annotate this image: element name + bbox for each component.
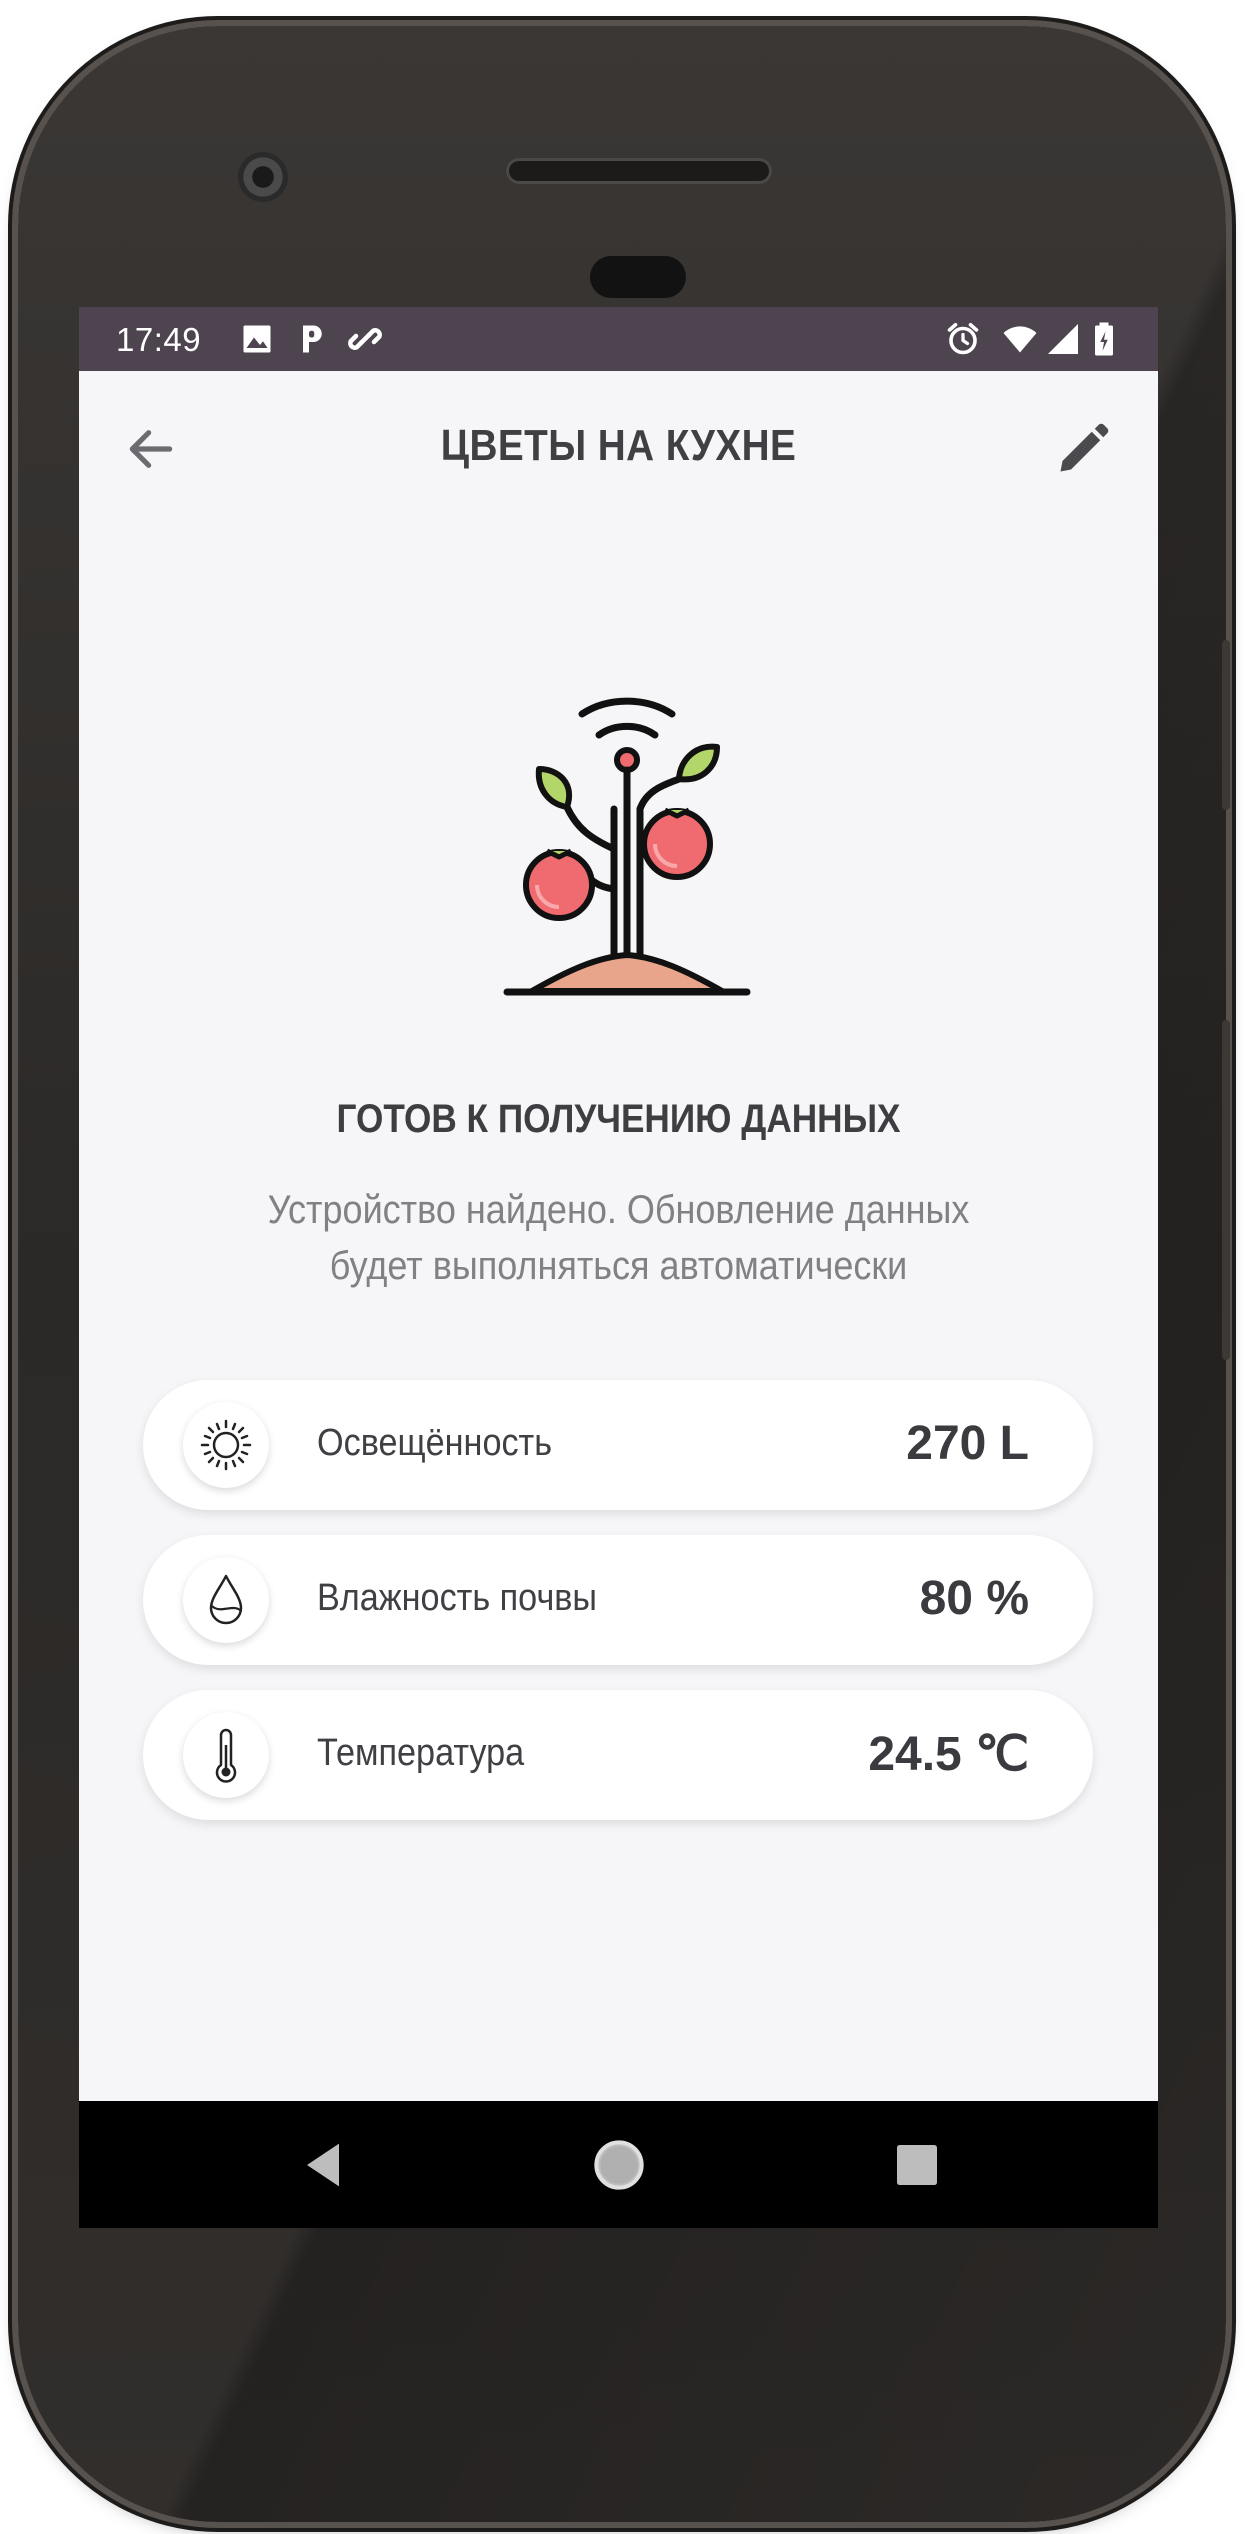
sensor-icon-badge [183,1712,269,1798]
sensor-label: Температура [317,1732,525,1774]
smart-plant-icon [503,697,751,996]
sensor-value: 24.5 ℃ [868,1728,1029,1781]
sensor-value: 270 L [906,1417,1029,1470]
status-description: Устройство найдено. Обновление данных бу… [214,1182,1023,1294]
alarm-icon [947,322,979,355]
nav-back-icon[interactable] [291,2133,355,2197]
nav-recents-icon[interactable] [885,2133,949,2197]
sensor-card-soil-moisture[interactable]: Влажность почвы 80 % [143,1535,1093,1665]
water-drop-icon [209,1574,243,1625]
thermometer-icon [215,1728,237,1783]
sensor-label: Влажность почвы [317,1577,598,1619]
volume-button [1222,1020,1230,1360]
power-button [1222,640,1230,810]
proximity-sensor [590,256,686,298]
sensor-icon-badge [183,1402,269,1488]
battery-icon [1095,322,1113,356]
sensor-card-temperature[interactable]: Температура 24.5 ℃ [143,1690,1093,1820]
image-icon [243,325,271,353]
navigation-bar [79,2101,1158,2228]
front-camera [238,152,288,202]
link-icon [348,328,382,350]
sun-icon [200,1419,252,1471]
pencil-icon[interactable] [1053,419,1113,479]
sensor-label: Освещённость [317,1422,553,1464]
status-bar: 17:49 [79,307,1158,371]
wifi-icon [1003,326,1037,353]
nav-home-icon[interactable] [587,2133,651,2197]
app-bar: ЦВЕТЫ НА КУХНЕ [79,371,1158,527]
sensor-value: 80 % [919,1572,1029,1625]
sensor-icon-badge [183,1557,269,1643]
status-description-line1: Устройство найдено. Обновление данных [267,1188,970,1232]
page-title: ЦВЕТЫ НА КУХНЕ [440,421,797,470]
status-description-line2: будет выполняться автоматически [329,1244,908,1288]
sensor-card-light[interactable]: Освещённость 270 L [143,1380,1093,1510]
status-time: 17:49 [116,321,202,358]
earpiece-speaker [506,158,772,184]
parking-icon [303,325,322,353]
status-title: ГОТОВ К ПОЛУЧЕНИЮ ДАННЫХ [336,1097,901,1141]
app-screen: 17:49 ЦВЕТЫ НА КУХНЕ ГОТОВ К ПОЛУЧЕНИЮ Д… [79,307,1158,2228]
cell-signal-icon [1048,324,1078,354]
